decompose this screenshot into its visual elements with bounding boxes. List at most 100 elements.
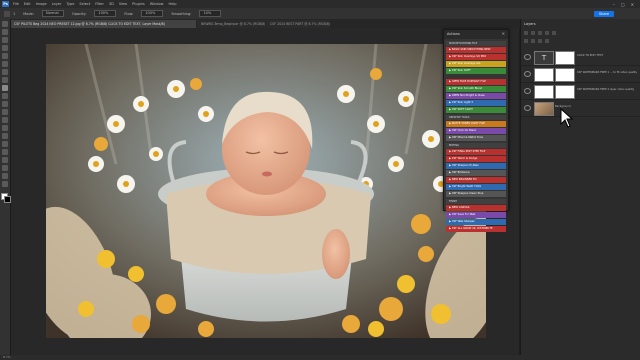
clone-stamp-tool-icon[interactable]	[2, 93, 8, 99]
hand-tool-icon[interactable]	[2, 173, 8, 179]
brush-size[interactable]: 1	[13, 12, 15, 16]
dodge-tool-icon[interactable]	[2, 133, 8, 139]
menu-help[interactable]: Help	[169, 2, 177, 6]
flow-field[interactable]: 100%	[141, 10, 164, 17]
action-item[interactable]: ▶ CSF Web Sharpen	[446, 219, 506, 225]
tab-document-2[interactable]: NEWBO-Temp_Beginpar @ 8.7% (RGB/8)	[197, 20, 265, 28]
layer-row[interactable]: T CLICK TO EDIT TEXT	[521, 49, 640, 66]
smoothing-field[interactable]: 10%	[199, 10, 222, 17]
action-item[interactable]: ▶ CSF Skin Smooth Blend	[446, 86, 506, 92]
type-tool-icon[interactable]	[2, 149, 8, 155]
eraser-tool-icon[interactable]	[2, 109, 8, 115]
shape-tool-icon[interactable]	[2, 165, 8, 171]
action-item[interactable]: ▶ CSF FINAL EDIT STEP FILE	[446, 149, 506, 155]
layer-row[interactable]: Background	[521, 100, 640, 117]
menu-window[interactable]: Window	[150, 2, 164, 6]
action-item[interactable]: ▶ CSF Save For Web	[446, 212, 506, 218]
visibility-eye-icon[interactable]	[524, 88, 531, 94]
lock-pixels-icon[interactable]	[524, 39, 528, 43]
action-item[interactable]: ▶ CSF Skin Light 3	[446, 100, 506, 106]
marquee-tool-icon[interactable]	[2, 29, 8, 35]
move-tool-icon[interactable]	[2, 21, 8, 27]
menu-layer[interactable]: Layer	[52, 2, 62, 6]
color-swatches[interactable]	[1, 193, 11, 203]
layer-name[interactable]: CSF WATERMARK FREE 1 ... to fit video qu…	[577, 71, 637, 74]
share-button[interactable]: Share	[593, 10, 614, 17]
menu-view[interactable]: View	[119, 2, 127, 6]
minimize-button[interactable]: –	[613, 2, 615, 7]
layer-row[interactable]: CSF WATERMARK FREE 1 ... to fit video qu…	[521, 66, 640, 83]
lock-artboard-icon[interactable]	[538, 39, 542, 43]
history-brush-tool-icon[interactable]	[2, 101, 8, 107]
crop-tool-icon[interactable]	[2, 53, 8, 59]
action-item[interactable]: ▶ CSF SOFT LIGHT	[446, 107, 506, 113]
filter-pixel-icon[interactable]	[531, 31, 535, 35]
action-set[interactable]: CREATIVE TOOLS	[446, 115, 506, 120]
menu-image[interactable]: Image	[36, 2, 47, 6]
tab-document-1[interactable]: CSF PILOTS Beg 2024 NEO PRESET 12.jpg @ …	[10, 20, 196, 28]
filter-shape-icon[interactable]	[552, 31, 556, 35]
visibility-eye-icon[interactable]	[524, 105, 531, 111]
blur-tool-icon[interactable]	[2, 125, 8, 131]
filter-kind-icon[interactable]	[524, 31, 528, 35]
maximize-button[interactable]: □	[621, 2, 625, 7]
action-item[interactable]: ▶ CSF Click On Black	[446, 128, 506, 134]
brush-tool-icon[interactable]	[4, 10, 10, 17]
action-item[interactable]: ▶ CSF Bright Teeth TOOL	[446, 184, 506, 190]
action-item[interactable]: ▶ CSF Skin SOFT	[446, 68, 506, 74]
zoom-level[interactable]: 8.7%	[3, 355, 11, 359]
lock-all-icon[interactable]	[545, 39, 549, 43]
lock-position-icon[interactable]	[531, 39, 535, 43]
close-window-button[interactable]: ✕	[631, 2, 634, 7]
zoom-tool-icon[interactable]	[2, 181, 8, 187]
lasso-tool-icon[interactable]	[2, 37, 8, 43]
mode-select[interactable]: Normal	[41, 10, 64, 17]
brush-tool-icon[interactable]	[2, 85, 8, 91]
action-item[interactable]: ▶ OPEN FACE PORTRAIT FILE	[446, 79, 506, 85]
action-set[interactable]: SKIN RETOUCHING FILE	[446, 41, 506, 46]
action-set[interactable]: EDITING	[446, 143, 506, 148]
menu-edit[interactable]: Edit	[24, 2, 31, 6]
filter-type-icon[interactable]	[545, 31, 549, 35]
action-item[interactable]: ▶ CSF Warm & Dodge	[446, 156, 506, 162]
healing-tool-icon[interactable]	[2, 77, 8, 83]
gradient-tool-icon[interactable]	[2, 117, 8, 123]
visibility-eye-icon[interactable]	[524, 71, 531, 77]
action-item[interactable]: ▶ CSF Skin Overlays ALL	[446, 61, 506, 67]
action-item[interactable]: ▶ CSF ALL GRAIN 4K, DISTRIBUTE	[446, 226, 506, 232]
layer-name[interactable]: CSF WATERMARK FREE 2 layer video quality	[577, 88, 634, 91]
action-item[interactable]: ▶ CSF Mood & Match Tone	[446, 135, 506, 141]
layer-name[interactable]: CLICK TO EDIT TEXT	[577, 54, 603, 57]
document-canvas[interactable]	[46, 44, 486, 338]
tab-layers[interactable]: Layers	[524, 22, 536, 26]
layer-row[interactable]: CSF WATERMARK FREE 2 layer video quality	[521, 83, 640, 100]
visibility-eye-icon[interactable]	[524, 54, 531, 60]
frame-tool-icon[interactable]	[2, 61, 8, 67]
layer-mask-thumbnail[interactable]	[555, 85, 575, 99]
tab-document-3[interactable]: CSF 2024 BEST PART @ 8.7% (RGB/8)	[266, 20, 330, 28]
quick-select-tool-icon[interactable]	[2, 45, 8, 51]
close-icon[interactable]: ✕	[502, 31, 505, 36]
menu-3d[interactable]: 3D	[109, 2, 114, 6]
path-select-tool-icon[interactable]	[2, 157, 8, 163]
menu-file[interactable]: File	[13, 2, 19, 6]
eyedropper-tool-icon[interactable]	[2, 69, 8, 75]
menu-type[interactable]: Type	[66, 2, 74, 6]
layer-mask-thumbnail[interactable]	[555, 68, 575, 82]
action-item[interactable]: ▶ OPEN Skin Bright & Clean	[446, 93, 506, 99]
menu-select[interactable]: Select	[79, 2, 90, 6]
menu-plugins[interactable]: Plugins	[132, 2, 145, 6]
action-item[interactable]: ▶ MATTE TONES LIGHT FILE	[446, 121, 506, 127]
action-item[interactable]: ▶ CSF Sharpen Clean Tone	[446, 191, 506, 197]
pen-tool-icon[interactable]	[2, 141, 8, 147]
action-item[interactable]: ▶ CSF Skin Overlays SQ PRO	[446, 54, 506, 60]
layer-mask-thumbnail[interactable]	[555, 51, 575, 65]
action-item[interactable]: ▶ NEW BEGINNER Fill	[446, 177, 506, 183]
filter-adjust-icon[interactable]	[538, 31, 542, 35]
action-item[interactable]: ▶ CSF Sharpen Hi-Pass	[446, 163, 506, 169]
action-item[interactable]: ▶ NEW CANVAS	[446, 205, 506, 211]
action-item[interactable]: ▶ CSF Brilliance	[446, 170, 506, 176]
background-color-swatch[interactable]	[4, 196, 11, 203]
action-set[interactable]: FINISH	[446, 199, 506, 204]
menu-filter[interactable]: Filter	[95, 2, 104, 6]
